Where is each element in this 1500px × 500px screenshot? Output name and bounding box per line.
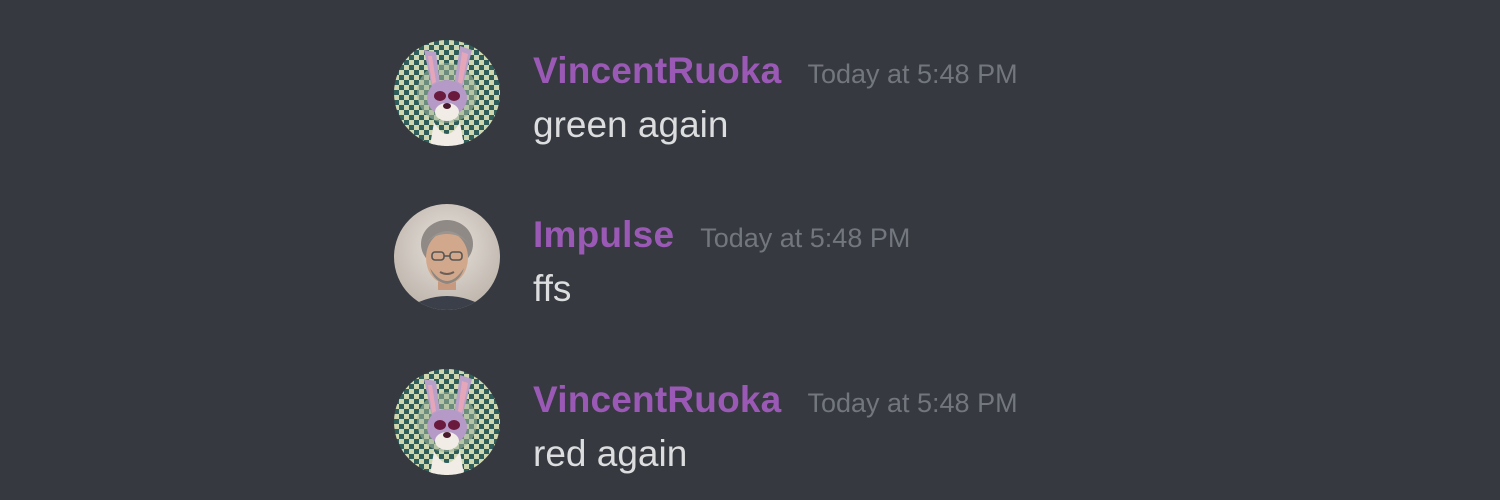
rabbit-avatar-icon[interactable]: [394, 369, 500, 475]
username[interactable]: VincentRuoka: [533, 50, 781, 92]
message-content: red again: [533, 433, 688, 474]
username[interactable]: Impulse: [533, 214, 674, 256]
timestamp: Today at 5:48 PM: [807, 59, 1018, 89]
message-content: green again: [533, 104, 729, 145]
message-item: VincentRuoka Today at 5:48 PM green agai…: [394, 40, 1294, 150]
message-item: VincentRuoka Today at 5:48 PM red again: [394, 369, 1294, 479]
message-header: VincentRuoka Today at 5:48 PM: [533, 50, 1018, 92]
message-content: ffs: [533, 268, 572, 309]
timestamp: Today at 5:48 PM: [807, 388, 1018, 418]
timestamp: Today at 5:48 PM: [700, 223, 911, 253]
rabbit-avatar-icon[interactable]: [394, 40, 500, 146]
message-header: VincentRuoka Today at 5:48 PM: [533, 379, 1018, 421]
man-photo-avatar-icon[interactable]: [394, 204, 500, 310]
message-header: Impulse Today at 5:48 PM: [533, 214, 910, 256]
username[interactable]: VincentRuoka: [533, 379, 781, 421]
chat-messages: VincentRuoka Today at 5:48 PM green agai…: [0, 0, 1500, 500]
message-item: Impulse Today at 5:48 PM ffs: [394, 204, 1294, 314]
